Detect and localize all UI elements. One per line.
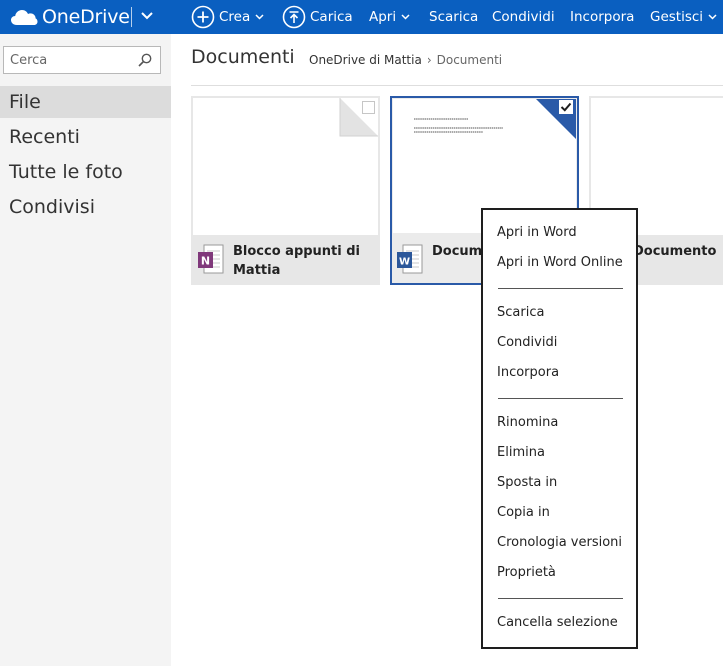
chevron-right-icon: › <box>426 53 432 67</box>
menu-item-embed[interactable]: Incorpora <box>497 365 559 380</box>
chevron-down-icon <box>708 14 717 20</box>
chevron-down-icon[interactable] <box>139 8 155 24</box>
sidebar-item-file[interactable]: File <box>0 86 171 118</box>
menu-item-clear-selection[interactable]: Cancella selezione <box>497 615 618 630</box>
header-divider <box>191 85 723 86</box>
menu-separator <box>498 288 623 289</box>
left-navigation: File Recenti Tutte le foto Condivisi <box>0 34 171 666</box>
select-checkbox[interactable] <box>362 101 375 114</box>
sidebar-item-photos[interactable]: Tutte le foto <box>0 156 171 188</box>
menu-item-copy-to[interactable]: Copia in <box>497 505 550 520</box>
app-name: OneDrive <box>42 6 130 28</box>
svg-text:W: W <box>399 257 410 268</box>
upload-button[interactable]: Carica <box>282 0 353 34</box>
search-input[interactable] <box>4 47 132 73</box>
create-button[interactable]: Crea <box>191 0 264 34</box>
chevron-down-icon <box>255 14 264 20</box>
menu-item-properties[interactable]: Proprietà <box>497 565 556 580</box>
word-icon: W <box>397 244 423 274</box>
context-menu: Apri in Word Apri in Word Online Scarica… <box>481 208 638 649</box>
selected-checkbox[interactable] <box>559 100 573 114</box>
menu-item-delete[interactable]: Elimina <box>497 445 545 460</box>
menu-item-rename[interactable]: Rinomina <box>497 415 558 430</box>
onenote-icon: N <box>198 244 224 274</box>
page-title: Documenti <box>191 46 295 68</box>
menu-item-open-in-word-online[interactable]: Apri in Word Online <box>497 255 623 270</box>
menu-item-download[interactable]: Scarica <box>497 305 544 320</box>
notebook-thumbnail <box>193 98 378 235</box>
file-tile-notebook[interactable]: N Blocco appunti di Mattia <box>191 96 380 285</box>
top-command-bar: OneDrive Crea Carica Apri Scarica Condiv… <box>0 0 723 34</box>
menu-item-move-to[interactable]: Sposta in <box>497 475 557 490</box>
sidebar-item-recent[interactable]: Recenti <box>0 121 171 153</box>
cloud-icon <box>11 10 38 25</box>
menu-item-open-in-word[interactable]: Apri in Word <box>497 225 577 240</box>
download-button[interactable]: Scarica <box>429 0 478 34</box>
onedrive-brand[interactable]: OneDrive <box>10 0 130 34</box>
menu-separator <box>498 398 623 399</box>
search-box <box>3 46 161 74</box>
chevron-down-icon <box>401 14 410 20</box>
sidebar-item-shared[interactable]: Condivisi <box>0 191 171 223</box>
breadcrumb-current: Documenti <box>436 53 503 67</box>
embed-button[interactable]: Incorpora <box>570 0 634 34</box>
brand-divider <box>131 7 132 27</box>
breadcrumb-root[interactable]: OneDrive di Mattia <box>309 53 422 67</box>
menu-separator <box>498 598 623 599</box>
breadcrumb: OneDrive di Mattia › Documenti <box>309 53 502 67</box>
upload-icon <box>282 5 306 29</box>
file-name: Documento <box>633 244 717 259</box>
file-name: Blocco appunti di Mattia <box>233 244 361 278</box>
search-icon[interactable] <box>138 53 152 67</box>
share-button[interactable]: Condividi <box>492 0 555 34</box>
svg-text:N: N <box>201 255 210 268</box>
menu-item-share[interactable]: Condividi <box>497 335 557 350</box>
plus-circle-icon <box>191 5 215 29</box>
open-button[interactable]: Apri <box>369 0 410 34</box>
menu-item-version-history[interactable]: Cronologia versioni <box>497 535 622 550</box>
manage-button[interactable]: Gestisci <box>650 0 717 34</box>
